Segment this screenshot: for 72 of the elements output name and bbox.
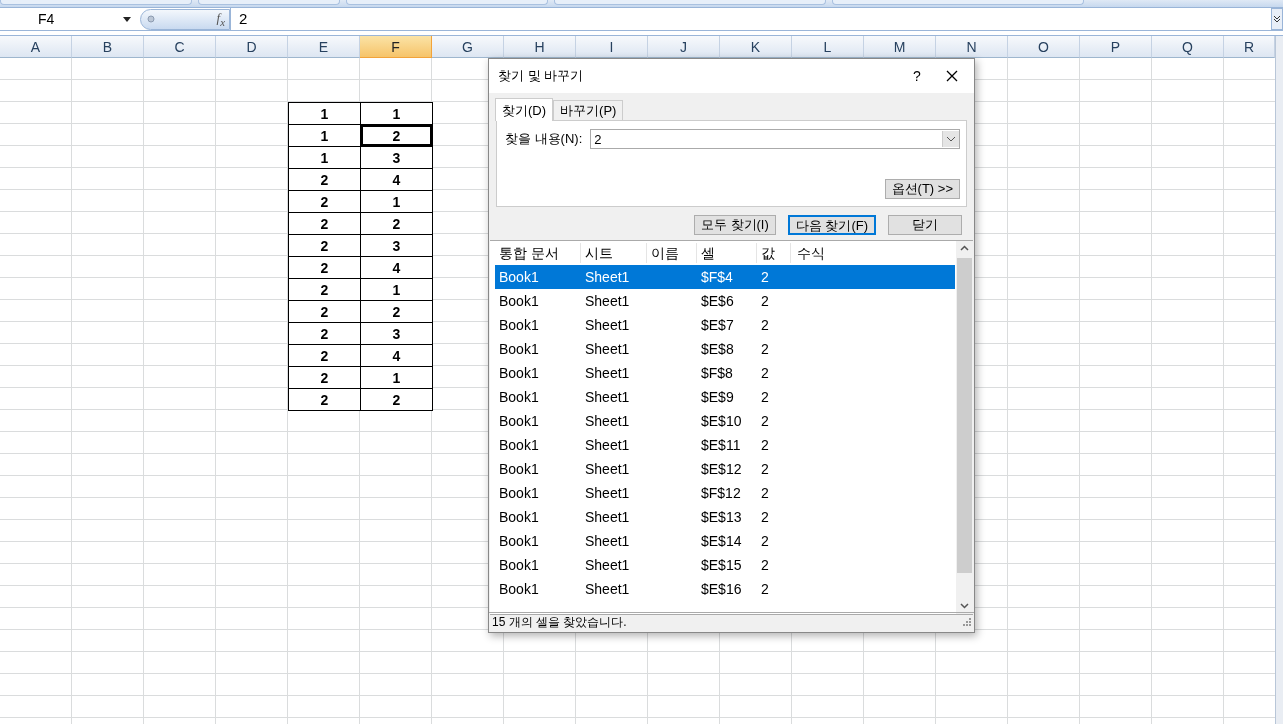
find-field[interactable]: 2	[590, 129, 960, 149]
column-header[interactable]: K	[720, 36, 792, 58]
help-button[interactable]: ?	[902, 68, 932, 84]
column-header[interactable]: P	[1080, 36, 1152, 58]
table-cell[interactable]: 1	[360, 366, 433, 389]
dialog-button[interactable]: 닫기	[888, 215, 962, 235]
column-header[interactable]: 값	[757, 243, 791, 263]
column-header[interactable]: O	[1008, 36, 1080, 58]
column-header[interactable]: 이름	[647, 243, 697, 263]
dropdown-icon[interactable]	[942, 131, 959, 147]
table-cell[interactable]: 1	[360, 190, 433, 213]
result-row[interactable]: Book1 Sheet1 $E$8 2	[495, 337, 955, 361]
column-header[interactable]: G	[432, 36, 504, 58]
result-row[interactable]: Book1 Sheet1 $E$9 2	[495, 385, 955, 409]
table-cell[interactable]: 4	[360, 256, 433, 279]
column-header[interactable]: 수식	[791, 243, 955, 263]
result-row[interactable]: Book1 Sheet1 $F$4 2	[495, 265, 955, 289]
table-cell[interactable]: 2	[360, 124, 433, 147]
table-cell[interactable]: 4	[360, 168, 433, 191]
insert-function-button[interactable]: f$_{x}$	[216, 10, 225, 28]
result-row[interactable]: Book1 Sheet1 $E$10 2	[495, 409, 955, 433]
result-row[interactable]: Book1 Sheet1 $E$11 2	[495, 433, 955, 457]
column-header[interactable]: B	[72, 36, 144, 58]
column-header[interactable]: 셀	[697, 243, 757, 263]
column-header[interactable]: I	[576, 36, 648, 58]
tab[interactable]: 바꾸기(P)	[553, 100, 624, 120]
result-row[interactable]: Book1 Sheet1 $E$14 2	[495, 529, 955, 553]
column-header[interactable]: H	[504, 36, 576, 58]
column-header[interactable]: 시트	[581, 243, 647, 263]
result-row[interactable]: Book1 Sheet1 $E$16 2	[495, 577, 955, 601]
column-header[interactable]: N	[936, 36, 1008, 58]
table-cell[interactable]: 1	[360, 102, 433, 125]
grip-icon	[147, 15, 155, 23]
table-cell[interactable]: 2	[360, 300, 433, 323]
column-header[interactable]: D	[216, 36, 288, 58]
table-cell[interactable]: 1	[360, 278, 433, 301]
result-row[interactable]: Book1 Sheet1 $E$6 2	[495, 289, 955, 313]
column-header[interactable]: M	[864, 36, 936, 58]
column-header[interactable]: C	[144, 36, 216, 58]
column-header[interactable]: Q	[1152, 36, 1224, 58]
status-text: 15 개의 셀을 찾았습니다.	[489, 612, 974, 632]
table-cell[interactable]: 4	[360, 344, 433, 367]
dialog-button[interactable]: 다음 찾기(F)	[787, 215, 876, 235]
name-box[interactable]: F4	[0, 11, 123, 27]
result-row[interactable]: Book1 Sheet1 $F$12 2	[495, 481, 955, 505]
dialog-button[interactable]: 모두 찾기(I)	[693, 215, 776, 235]
column-header[interactable]: R	[1224, 36, 1275, 58]
column-header[interactable]: A	[0, 36, 72, 58]
field-label: 찾을 내용(N):	[505, 130, 583, 148]
table-cell[interactable]: 3	[360, 146, 433, 169]
table-cell[interactable]: 3	[360, 234, 433, 257]
result-row[interactable]: Book1 Sheet1 $E$13 2	[495, 505, 955, 529]
expand-icon[interactable]	[1271, 8, 1283, 30]
table-cell[interactable]: 2	[360, 388, 433, 411]
column-header[interactable]: J	[648, 36, 720, 58]
column-header[interactable]: E	[288, 36, 360, 58]
column-header[interactable]: 통합 문서	[495, 243, 581, 263]
result-row[interactable]: Book1 Sheet1 $E$7 2	[495, 313, 955, 337]
column-header[interactable]: F	[360, 36, 432, 58]
dropdown-icon[interactable]	[123, 16, 131, 22]
table-cell[interactable]: 2	[288, 388, 361, 411]
tab[interactable]: 찾기(D)	[495, 98, 554, 121]
table-cell[interactable]: 2	[360, 212, 433, 235]
dialog-title: 찾기 및 바꾸기	[498, 67, 585, 85]
options-button[interactable]: 옵션(T) >>	[884, 179, 960, 199]
column-header[interactable]: L	[792, 36, 864, 58]
resize-grip-icon[interactable]	[963, 618, 972, 627]
result-row[interactable]: Book1 Sheet1 $E$12 2	[495, 457, 955, 481]
close-icon[interactable]	[946, 70, 958, 82]
result-row[interactable]: Book1 Sheet1 $E$15 2	[495, 553, 955, 577]
result-row[interactable]: Book1 Sheet1 $F$8 2	[495, 361, 955, 385]
table-cell[interactable]: 3	[360, 322, 433, 345]
